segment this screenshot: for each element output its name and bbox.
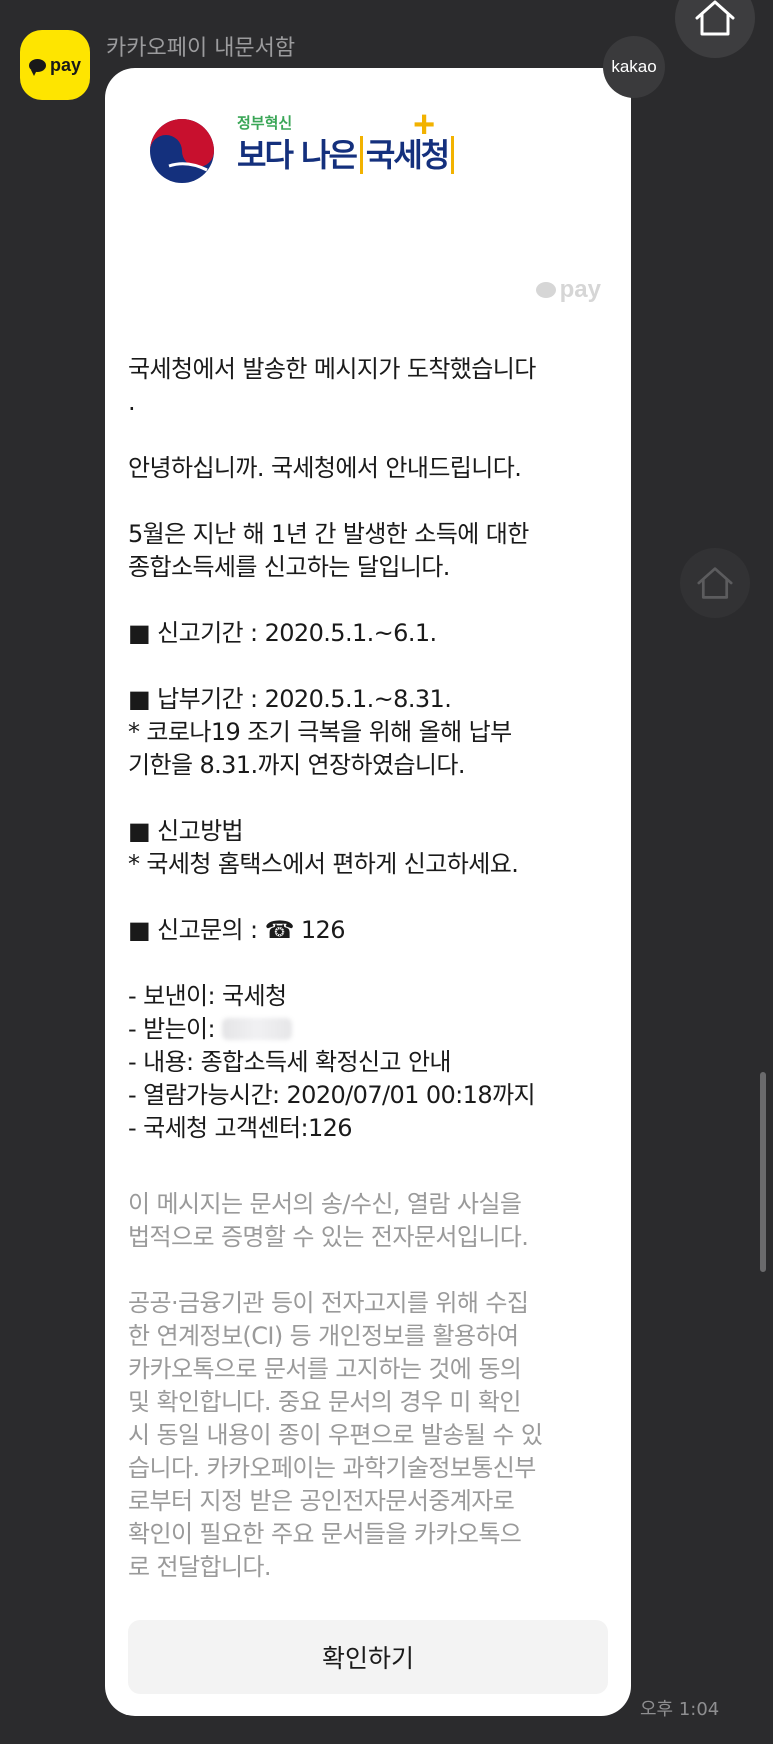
nts-logo: 정부혁신 보다 나은 국세청 + — [147, 104, 455, 190]
notice-line: 법적으로 증명할 수 있는 전자문서입니다. — [128, 1223, 529, 1251]
notice-line: 시 동일 내용이 종이 우편으로 발송될 수 있 — [128, 1421, 543, 1449]
pay-watermark-text: pay — [559, 276, 601, 303]
kakaopay-watermark: pay — [535, 276, 601, 304]
kakao-badge: kakao — [603, 36, 665, 98]
sender-line: - 보낸이: 국세청 — [128, 982, 287, 1010]
avatar-label: pay — [49, 54, 82, 75]
home-button[interactable] — [675, 0, 755, 58]
message-line: . — [128, 388, 136, 416]
content-line: - 내용: 종합소득세 확정신고 안내 — [128, 1048, 452, 1076]
home-icon — [697, 567, 733, 599]
notice-line: 한 연계정보(CI) 등 개인정보를 활용하여 — [128, 1322, 519, 1350]
filing-period: ■ 신고기간 : 2020.5.1.~6.1. — [128, 619, 437, 647]
home-button-secondary[interactable] — [680, 548, 750, 618]
notice-line: 확인이 필요한 주요 문서들을 카카오톡으 — [128, 1520, 522, 1548]
sender-avatar[interactable]: pay — [20, 30, 90, 100]
logo-plus: + — [413, 104, 436, 146]
filing-method: ■ 신고방법 — [128, 817, 244, 845]
message-line: 국세청에서 발송한 메시지가 도착했습니다 — [128, 355, 536, 383]
taegeuk-emblem-icon — [150, 119, 214, 183]
scrollbar[interactable] — [760, 1072, 766, 1272]
call-center-line: - 국세청 고객센터:126 — [128, 1114, 353, 1142]
notice-line: 로부터 지정 받은 공인전자문서중계자로 — [128, 1487, 515, 1515]
logo-title-bracketed: 국세청 — [359, 136, 455, 174]
viewable-until-line: - 열람가능시간: 2020/07/01 00:18까지 — [128, 1081, 536, 1109]
notice-line: 공공·금융기관 등이 전자고지를 위해 수집 — [128, 1289, 529, 1317]
message-line: 기한을 8.31.까지 연장하였습니다. — [128, 751, 466, 779]
message-timestamp: 오후 1:04 — [640, 1699, 720, 1720]
document-message-card: 정부혁신 보다 나은 국세청 + pay 국세청에서 발송한 메시지가 도착했습니… — [105, 68, 631, 1716]
message-line: 안녕하십니까. 국세청에서 안내드립니다. — [128, 454, 522, 482]
message-body: 국세청에서 발송한 메시지가 도착했습니다 . 안녕하십니까. 국세청에서 안내… — [128, 353, 618, 1584]
notice-line: 및 확인합니다. 중요 문서의 경우 미 확인 — [128, 1388, 521, 1416]
recipient-name-masked — [222, 1018, 293, 1040]
payment-period: ■ 납부기간 : 2020.5.1.~8.31. — [128, 685, 452, 713]
notice-line: 이 메시지는 문서의 송/수신, 열람 사실을 — [128, 1190, 522, 1218]
notice-line: 카카오톡으로 문서를 고지하는 것에 동의 — [128, 1355, 522, 1383]
filing-inquiry: ■ 신고문의 : ☎ 126 — [128, 916, 346, 944]
message-line: 종합소득세를 신고하는 달입니다. — [128, 553, 450, 581]
message-line: * 코로나19 조기 극복을 위해 올해 납부 — [128, 718, 512, 746]
recipient-label: - 받는이: — [128, 1015, 223, 1043]
sender-name: 카카오페이 내문서함 — [106, 36, 296, 61]
speech-bubble-icon — [535, 282, 556, 298]
message-line: * 국세청 홈택스에서 편하게 신고하세요. — [128, 850, 519, 878]
notice-line: 로 전달합니다. — [128, 1553, 272, 1581]
home-icon — [695, 0, 735, 36]
speech-bubble-icon — [28, 58, 46, 76]
logo-title-prefix: 보다 나은 — [237, 136, 358, 174]
recipient-line: - 받는이: — [128, 1013, 618, 1046]
notice-line: 습니다. 카카오페이는 과학기술정보통신부 — [128, 1454, 536, 1482]
confirm-button[interactable]: 확인하기 — [128, 1620, 608, 1694]
message-line: 5월은 지난 해 1년 간 발생한 소득에 대한 — [128, 520, 529, 548]
